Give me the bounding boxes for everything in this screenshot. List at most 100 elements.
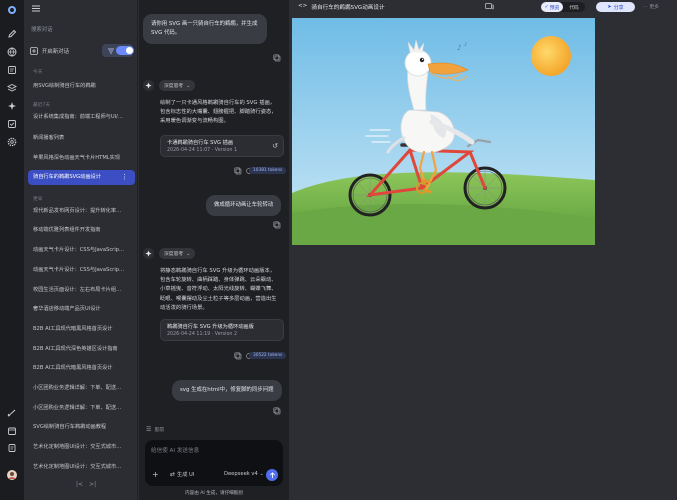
paint-icon[interactable] — [5, 406, 18, 419]
user-avatar[interactable] — [5, 468, 18, 481]
view-toggle: ✓ 预览 代码 — [541, 2, 585, 12]
globe-icon[interactable] — [5, 45, 18, 58]
search-input[interactable]: 搜索对话 — [31, 24, 131, 36]
history-item[interactable]: 现代新品发布网页设计：提升转化率… — [28, 204, 156, 219]
more-horizontal-icon: ⋯ — [643, 5, 648, 10]
chevron-down-icon: ⌄ — [186, 250, 191, 257]
check-icon: ✓ — [544, 4, 549, 10]
send-icon: ➤ — [607, 4, 612, 10]
chevron-down-icon: ⌄ — [186, 82, 191, 89]
history-item[interactable]: 奢华酒店移动端产品页UI设计 — [28, 302, 156, 317]
history-item[interactable]: 苹果风格深色动画天气卡片HTML实现 — [28, 151, 156, 166]
menu-icon[interactable] — [32, 5, 40, 12]
history-item[interactable]: 小区团购业务逻辑详解：下单、配送… — [28, 381, 156, 396]
first-page-icon[interactable]: |< — [76, 481, 83, 488]
copy-icon[interactable] — [234, 167, 242, 175]
history-item[interactable]: 新闻播客列表 — [28, 131, 156, 146]
model-select[interactable]: Deepseek v4 ⌄ — [224, 471, 264, 477]
tab-code-label: 代码 — [569, 5, 579, 11]
history-item[interactable]: 艺术化定制地图UI设计：交互式城市… — [28, 460, 156, 475]
copy-icon[interactable] — [234, 352, 242, 360]
copy-icon[interactable] — [273, 407, 281, 415]
new-chat-button[interactable]: 开启新对话 — [30, 44, 69, 57]
history-item[interactable]: 艺术化定制地图UI设计：交互式城市… — [28, 440, 156, 455]
share-button[interactable]: ➤ 分享 — [596, 2, 635, 12]
more-label: 更多 — [649, 5, 659, 10]
tab-code[interactable]: 代码 — [563, 2, 585, 12]
device-icon[interactable] — [485, 3, 494, 10]
attach-plus-icon[interactable]: + — [152, 470, 159, 479]
filter-icon — [107, 48, 114, 54]
new-chat-icon — [30, 46, 38, 55]
history-item[interactable]: 设计系统集成指南：前端工程师与UI/… — [28, 110, 156, 125]
pager: |< >| — [76, 481, 106, 488]
artifact-version: 2026-04-24 11:07 · Version 1 — [167, 148, 238, 153]
generate-ui-toggle[interactable]: ⇄ 生成 UI — [170, 471, 194, 478]
deep-think-toggle[interactable]: 深度思考 ⌄ — [159, 248, 196, 259]
ai-sparkle-icon — [143, 80, 154, 91]
copy-icon[interactable] — [273, 221, 281, 229]
token-count: 10381 tokens — [249, 167, 287, 174]
deep-think-toggle[interactable]: 深度思考 ⌄ — [159, 80, 196, 91]
preview-title-group: <> 骑自行车的鹈鹕SVG动画设计 — [298, 3, 385, 11]
composer: 给信使 AI 发送信息 + ⇄ 生成 UI Deepseek v4 ⌄ — [145, 440, 283, 486]
history-item[interactable]: SVG绘制骑自行车鹈鹕动画教程 — [28, 420, 156, 435]
layers-icon[interactable] — [5, 81, 18, 94]
history-item[interactable]: 动画天气卡片设计：CSS与JavaScrip… — [28, 263, 156, 278]
group-label-earlier: 更早 — [33, 197, 43, 202]
history-item[interactable]: B2B AI工具现代暗黑风格首页设计 — [28, 322, 156, 337]
history-item[interactable]: 校园生活页面设计：左右布局卡片组… — [28, 283, 156, 298]
user-message: 请你用 SVG 画一只骑自行车的鹈鹕，并生成 SVG 代码。 — [143, 14, 267, 44]
token-count: 30522 tokens — [249, 352, 287, 359]
book-icon[interactable] — [5, 63, 18, 76]
thinking-label: 思前 — [154, 428, 164, 433]
history-item-active[interactable]: 骑自行车的鹈鹕SVG动画设计 ⋮ — [28, 170, 135, 185]
note-icon[interactable] — [5, 441, 18, 454]
artifact-title: 卡通鹈鹕骑自行车 SVG 插画 — [167, 140, 234, 146]
copy-icon[interactable] — [273, 54, 281, 62]
sun — [531, 36, 571, 76]
history-item[interactable]: B2B AI工具现代深色英雄区设计指南 — [28, 342, 156, 357]
sparkle-icon[interactable] — [5, 99, 18, 112]
artifact-card[interactable]: 鹈鹕骑自行车 SVG 升级为循环动画版 2026-04-24 11:19 · V… — [160, 319, 284, 341]
tab-preview-label: 预览 — [549, 5, 560, 11]
group-label-week: 最近7天 — [33, 103, 51, 108]
settings-icon[interactable] — [5, 135, 18, 148]
last-page-icon[interactable]: >| — [89, 481, 96, 488]
history-item[interactable]: 动画天气卡片设计：CSS与JavaScrip… — [28, 243, 156, 258]
music-note: ♪ — [464, 42, 467, 48]
inbox-icon[interactable] — [5, 117, 18, 130]
calendar-icon[interactable] — [5, 424, 18, 437]
send-button[interactable] — [266, 469, 278, 481]
icon-rail — [0, 0, 24, 500]
disclaimer: 内容由 AI 生成，请仔细甄别 — [185, 491, 243, 496]
artifact-card[interactable]: 卡通鹈鹕骑自行车 SVG 插画 2026-04-24 11:07 · Versi… — [160, 135, 284, 157]
ai-message: 将静态鹈鹕骑自行车 SVG 升级为循环动画版本，包含车轮旋转、曲柄踩踏、身体弹跳… — [160, 268, 277, 311]
more-vertical-icon[interactable]: ⋮ — [121, 170, 128, 185]
history-item-label: 骑自行车的鹈鹕SVG动画设计 — [33, 174, 101, 180]
preview-panel: <> 骑自行车的鹈鹕SVG动画设计 ✓ 预览 代码 ➤ 分享 ⋯ 更多 ♪ ♪ — [289, 0, 677, 500]
restore-icon[interactable]: ↺ — [272, 142, 278, 150]
history-item[interactable]: 小区团购业务逻辑详解：下单、配送… — [28, 401, 156, 416]
chat-panel: 请你用 SVG 画一只骑自行车的鹈鹕，并生成 SVG 代码。 深度思考 ⌄ 绘制… — [139, 0, 289, 500]
history-item[interactable]: 用SVG绘制骑自行车的鹈鹕 — [28, 79, 156, 94]
user-message: svg 生成在html中，修复脚的同步问题 — [172, 380, 282, 401]
artifact-title: 鹈鹕骑自行车 SVG 升级为循环动画版 — [167, 324, 254, 330]
tab-preview[interactable]: ✓ 预览 — [541, 2, 563, 12]
app-logo-icon[interactable] — [5, 3, 18, 16]
model-label: Deepseek v4 — [224, 471, 258, 477]
edit-icon[interactable] — [5, 27, 18, 40]
user-message: 做成循环动画让车轮转动 — [206, 195, 282, 216]
deep-think-label: 深度思考 — [164, 84, 184, 89]
chevron-down-icon: ⌄ — [259, 471, 264, 477]
code-bracket-icon: <> — [298, 3, 308, 9]
ai-sparkle-icon — [143, 248, 154, 259]
message-input[interactable]: 给信使 AI 发送信息 — [151, 446, 199, 454]
more-button[interactable]: ⋯ 更多 — [643, 3, 659, 10]
history-item[interactable]: B2B AI工具现代暗黑风格首页设计 — [28, 361, 156, 376]
group-label-today: 今天 — [33, 70, 43, 75]
deep-think-label: 深度思考 — [164, 252, 184, 257]
sidebar-toggle[interactable] — [116, 46, 134, 55]
preview-header: <> 骑自行车的鹈鹕SVG动画设计 ✓ 预览 代码 ➤ 分享 ⋯ 更多 — [289, 0, 677, 14]
history-item[interactable]: 移动端优雅列表组件开发指南 — [28, 223, 156, 238]
